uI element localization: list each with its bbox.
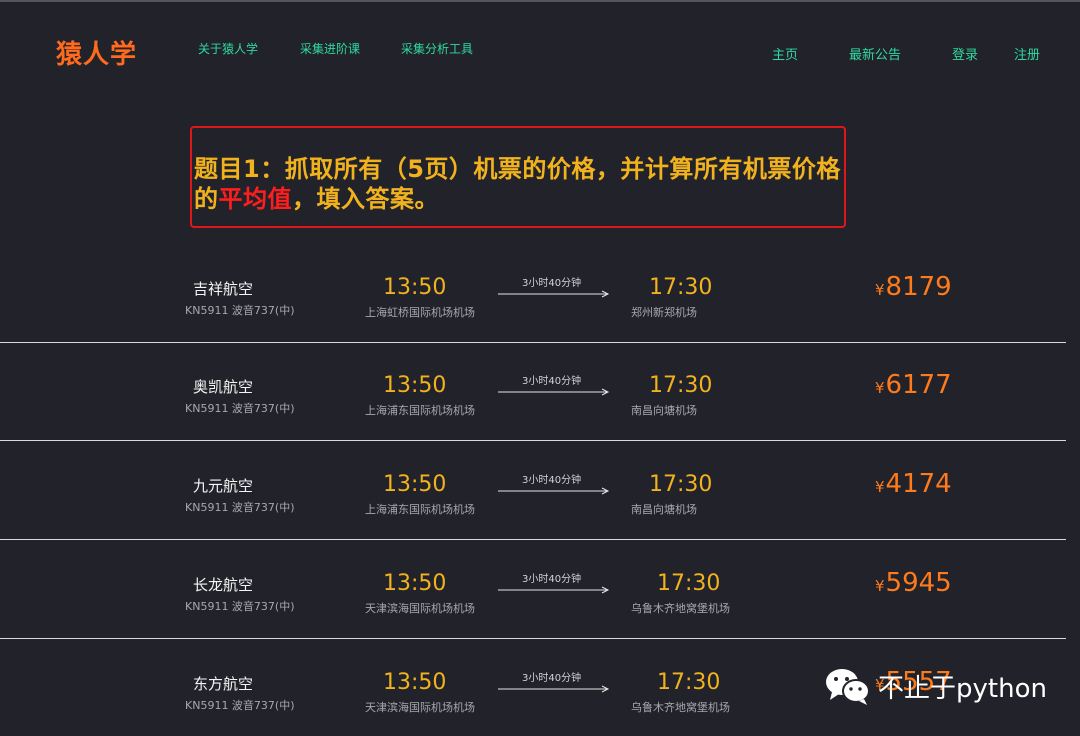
arrival-airport: 南昌向塘机场 [631,503,697,516]
top-edge-line [0,0,1080,2]
flight-row: 九元航空 KN5911 波音737(中) 13:50 上海浦东国际机场机场 3小… [0,441,1066,540]
site-logo[interactable]: 猿人学 [56,34,137,71]
ticket-price: ¥5945 [875,568,952,598]
departure-airport: 天津滨海国际机场机场 [365,602,475,615]
departure-airport: 天津滨海国际机场机场 [365,701,475,714]
ticket-price: ¥8179 [875,272,952,302]
airline-name: 长龙航空 [193,576,254,594]
arrow-icon [498,290,610,298]
flight-number: KN5911 波音737(中) [185,402,295,415]
nav-login[interactable]: 登录 [952,44,978,63]
arrival-time: 17:30 [657,670,721,695]
departure-time: 13:50 [383,670,447,695]
arrival-airport: 郑州新郑机场 [631,306,697,319]
currency-symbol: ¥ [875,577,885,595]
flight-row: 吉祥航空 KN5911 波音737(中) 13:50 上海虹桥国际机场机场 3小… [0,244,1066,343]
departure-airport: 上海虹桥国际机场机场 [365,306,475,319]
arrival-airport: 乌鲁木齐地窝堡机场 [631,701,730,714]
question-text-end: ，填入答案。 [292,185,439,213]
arrival-time: 17:30 [649,275,713,300]
departure-time: 13:50 [383,275,447,300]
question-box: 题目1：抓取所有（5页）机票的价格，并计算所有机票价格的平均值，填入答案。 [190,126,846,228]
flight-duration: 3小时40分钟 [522,475,582,486]
flight-duration: 3小时40分钟 [522,376,582,387]
flight-number: KN5911 波音737(中) [185,600,295,613]
airline-name: 吉祥航空 [193,280,254,298]
airline-name: 奥凯航空 [193,378,254,396]
nav-about[interactable]: 关于猿人学 [198,40,258,57]
flight-row: 长龙航空 KN5911 波音737(中) 13:50 天津滨海国际机场机场 3小… [0,540,1066,639]
question-highlight: 平均值 [218,185,292,213]
nav-announcements[interactable]: 最新公告 [849,44,901,63]
price-amount: 4174 [885,469,952,499]
price-amount: 6177 [885,370,952,400]
nav-register[interactable]: 注册 [1014,44,1040,63]
nav-analysis-tools[interactable]: 采集分析工具 [401,40,473,57]
arrow-icon [498,388,610,396]
arrival-time: 17:30 [649,472,713,497]
arrival-airport: 南昌向塘机场 [631,404,697,417]
arrival-time: 17:30 [657,571,721,596]
departure-airport: 上海浦东国际机场机场 [365,503,475,516]
flight-duration: 3小时40分钟 [522,574,582,585]
flight-row: 奥凯航空 KN5911 波音737(中) 13:50 上海浦东国际机场机场 3小… [0,342,1066,441]
watermark: 不止于python [824,666,1047,706]
question-text: 题目1：抓取所有（5页）机票的价格，并计算所有机票价格的平均值，填入答案。 [194,154,844,214]
price-amount: 5945 [885,568,952,598]
arrival-airport: 乌鲁木齐地窝堡机场 [631,602,730,615]
airline-name: 东方航空 [193,675,254,693]
nav-advanced-course[interactable]: 采集进阶课 [300,40,360,57]
arrow-icon [498,586,610,594]
ticket-price: ¥6177 [875,370,952,400]
flight-number: KN5911 波音737(中) [185,699,295,712]
arrow-icon [498,487,610,495]
departure-time: 13:50 [383,373,447,398]
airline-name: 九元航空 [193,477,254,495]
flight-duration: 3小时40分钟 [522,673,582,684]
currency-symbol: ¥ [875,281,885,299]
flight-number: KN5911 波音737(中) [185,304,295,317]
page: 猿人学 关于猿人学 采集进阶课 采集分析工具 主页 最新公告 登录 注册 题目1… [0,0,1080,736]
currency-symbol: ¥ [875,379,885,397]
flight-number: KN5911 波音737(中) [185,501,295,514]
departure-time: 13:50 [383,472,447,497]
currency-symbol: ¥ [875,478,885,496]
ticket-price: ¥4174 [875,469,952,499]
nav-home[interactable]: 主页 [772,44,798,63]
flight-duration: 3小时40分钟 [522,278,582,289]
watermark-text: 不止于python [878,673,1047,704]
departure-time: 13:50 [383,571,447,596]
departure-airport: 上海浦东国际机场机场 [365,404,475,417]
wechat-icon [826,669,870,705]
arrival-time: 17:30 [649,373,713,398]
arrow-icon [498,685,610,693]
price-amount: 8179 [885,272,952,302]
